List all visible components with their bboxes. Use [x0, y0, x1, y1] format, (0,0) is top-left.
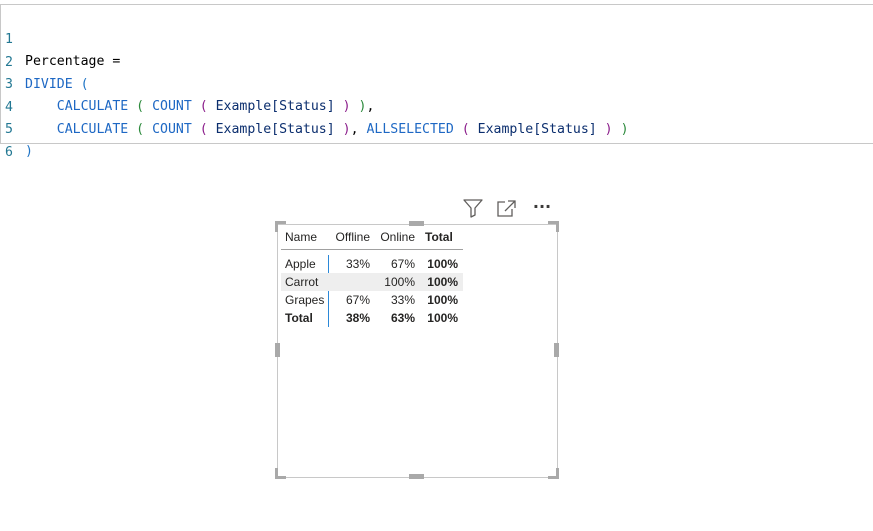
row-header-grapes[interactable]: Grapes: [285, 291, 324, 309]
code-line-4: 4 CALCULATE ( COUNT ( Example[Status] ),…: [1, 75, 629, 137]
open-paren: (: [72, 77, 89, 92]
comma: ,: [366, 99, 375, 114]
cell-carrot-online[interactable]: 100%: [375, 273, 415, 291]
cell-grapes-online[interactable]: 33%: [375, 291, 415, 309]
function-calculate: CALCULATE: [56, 99, 129, 114]
cell-grapes-total[interactable]: 100%: [419, 291, 458, 309]
close-paren: ): [612, 122, 629, 137]
resize-handle-left[interactable]: [275, 343, 280, 357]
close-paren: ): [350, 99, 367, 114]
cell-carrot-total[interactable]: 100%: [419, 273, 458, 291]
comma: ,: [350, 122, 367, 137]
matrix-visual-container[interactable]: [277, 224, 558, 478]
column-header-offline[interactable]: Offline: [329, 228, 370, 246]
close-paren: ): [596, 122, 613, 137]
cell-apple-online[interactable]: 67%: [375, 255, 415, 273]
function-allselected: ALLSELECTED: [366, 122, 454, 137]
open-paren: (: [128, 122, 153, 137]
resize-handle-bottom[interactable]: [409, 474, 424, 479]
column-header-online[interactable]: Online: [375, 228, 415, 246]
close-paren: ): [334, 99, 351, 114]
measure-name: Percentage: [25, 54, 105, 69]
cell-apple-total[interactable]: 100%: [419, 255, 458, 273]
cell-apple-offline[interactable]: 33%: [329, 255, 370, 273]
code-line-6: 6: [1, 120, 33, 160]
column-reference: Example[Status]: [477, 122, 597, 137]
open-paren: (: [128, 99, 153, 114]
line-number: 6: [5, 145, 13, 160]
column-header-name[interactable]: Name: [285, 228, 325, 246]
resize-handle-top[interactable]: [409, 221, 424, 226]
function-count: COUNT: [152, 99, 192, 114]
code-line-1: 1 Percentage =: [1, 7, 120, 69]
header-divider: [281, 249, 463, 250]
code-line-2: 2 DIVIDE (: [1, 30, 89, 92]
resize-handle-top-right[interactable]: [548, 221, 559, 232]
filter-icon[interactable]: [462, 198, 484, 218]
resize-handle-bottom-right[interactable]: [548, 468, 559, 479]
cell-total-online[interactable]: 63%: [375, 309, 415, 327]
row-header-carrot[interactable]: Carrot: [285, 273, 318, 291]
open-paren: (: [191, 99, 216, 114]
code-line-3: 3 CALCULATE ( COUNT ( Example[Status] ) …: [1, 52, 374, 114]
open-paren: (: [191, 122, 216, 137]
column-reference: Example[Status]: [215, 99, 335, 114]
cell-grapes-offline[interactable]: 67%: [329, 291, 370, 309]
focus-mode-icon[interactable]: [496, 199, 518, 219]
resize-handle-right[interactable]: [554, 343, 559, 357]
column-reference: Example[Status]: [215, 122, 335, 137]
code-line-5: 5 ): [1, 97, 33, 159]
row-header-total[interactable]: Total: [285, 309, 313, 327]
dax-formula-editor[interactable]: 1 Percentage = 2 DIVIDE ( 3 CALCULATE ( …: [0, 4, 873, 160]
more-options-icon[interactable]: ···: [530, 197, 554, 217]
cell-carrot-offline[interactable]: [329, 273, 370, 291]
function-calculate: CALCULATE: [56, 122, 129, 137]
resize-handle-bottom-left[interactable]: [275, 468, 286, 479]
cell-total-total[interactable]: 100%: [419, 309, 458, 327]
cell-total-offline[interactable]: 38%: [329, 309, 370, 327]
row-header-apple[interactable]: Apple: [285, 255, 316, 273]
column-header-total[interactable]: Total: [425, 228, 461, 246]
function-count: COUNT: [152, 122, 192, 137]
open-paren: (: [453, 122, 478, 137]
equals-sign: =: [104, 54, 121, 69]
close-paren: ): [334, 122, 351, 137]
